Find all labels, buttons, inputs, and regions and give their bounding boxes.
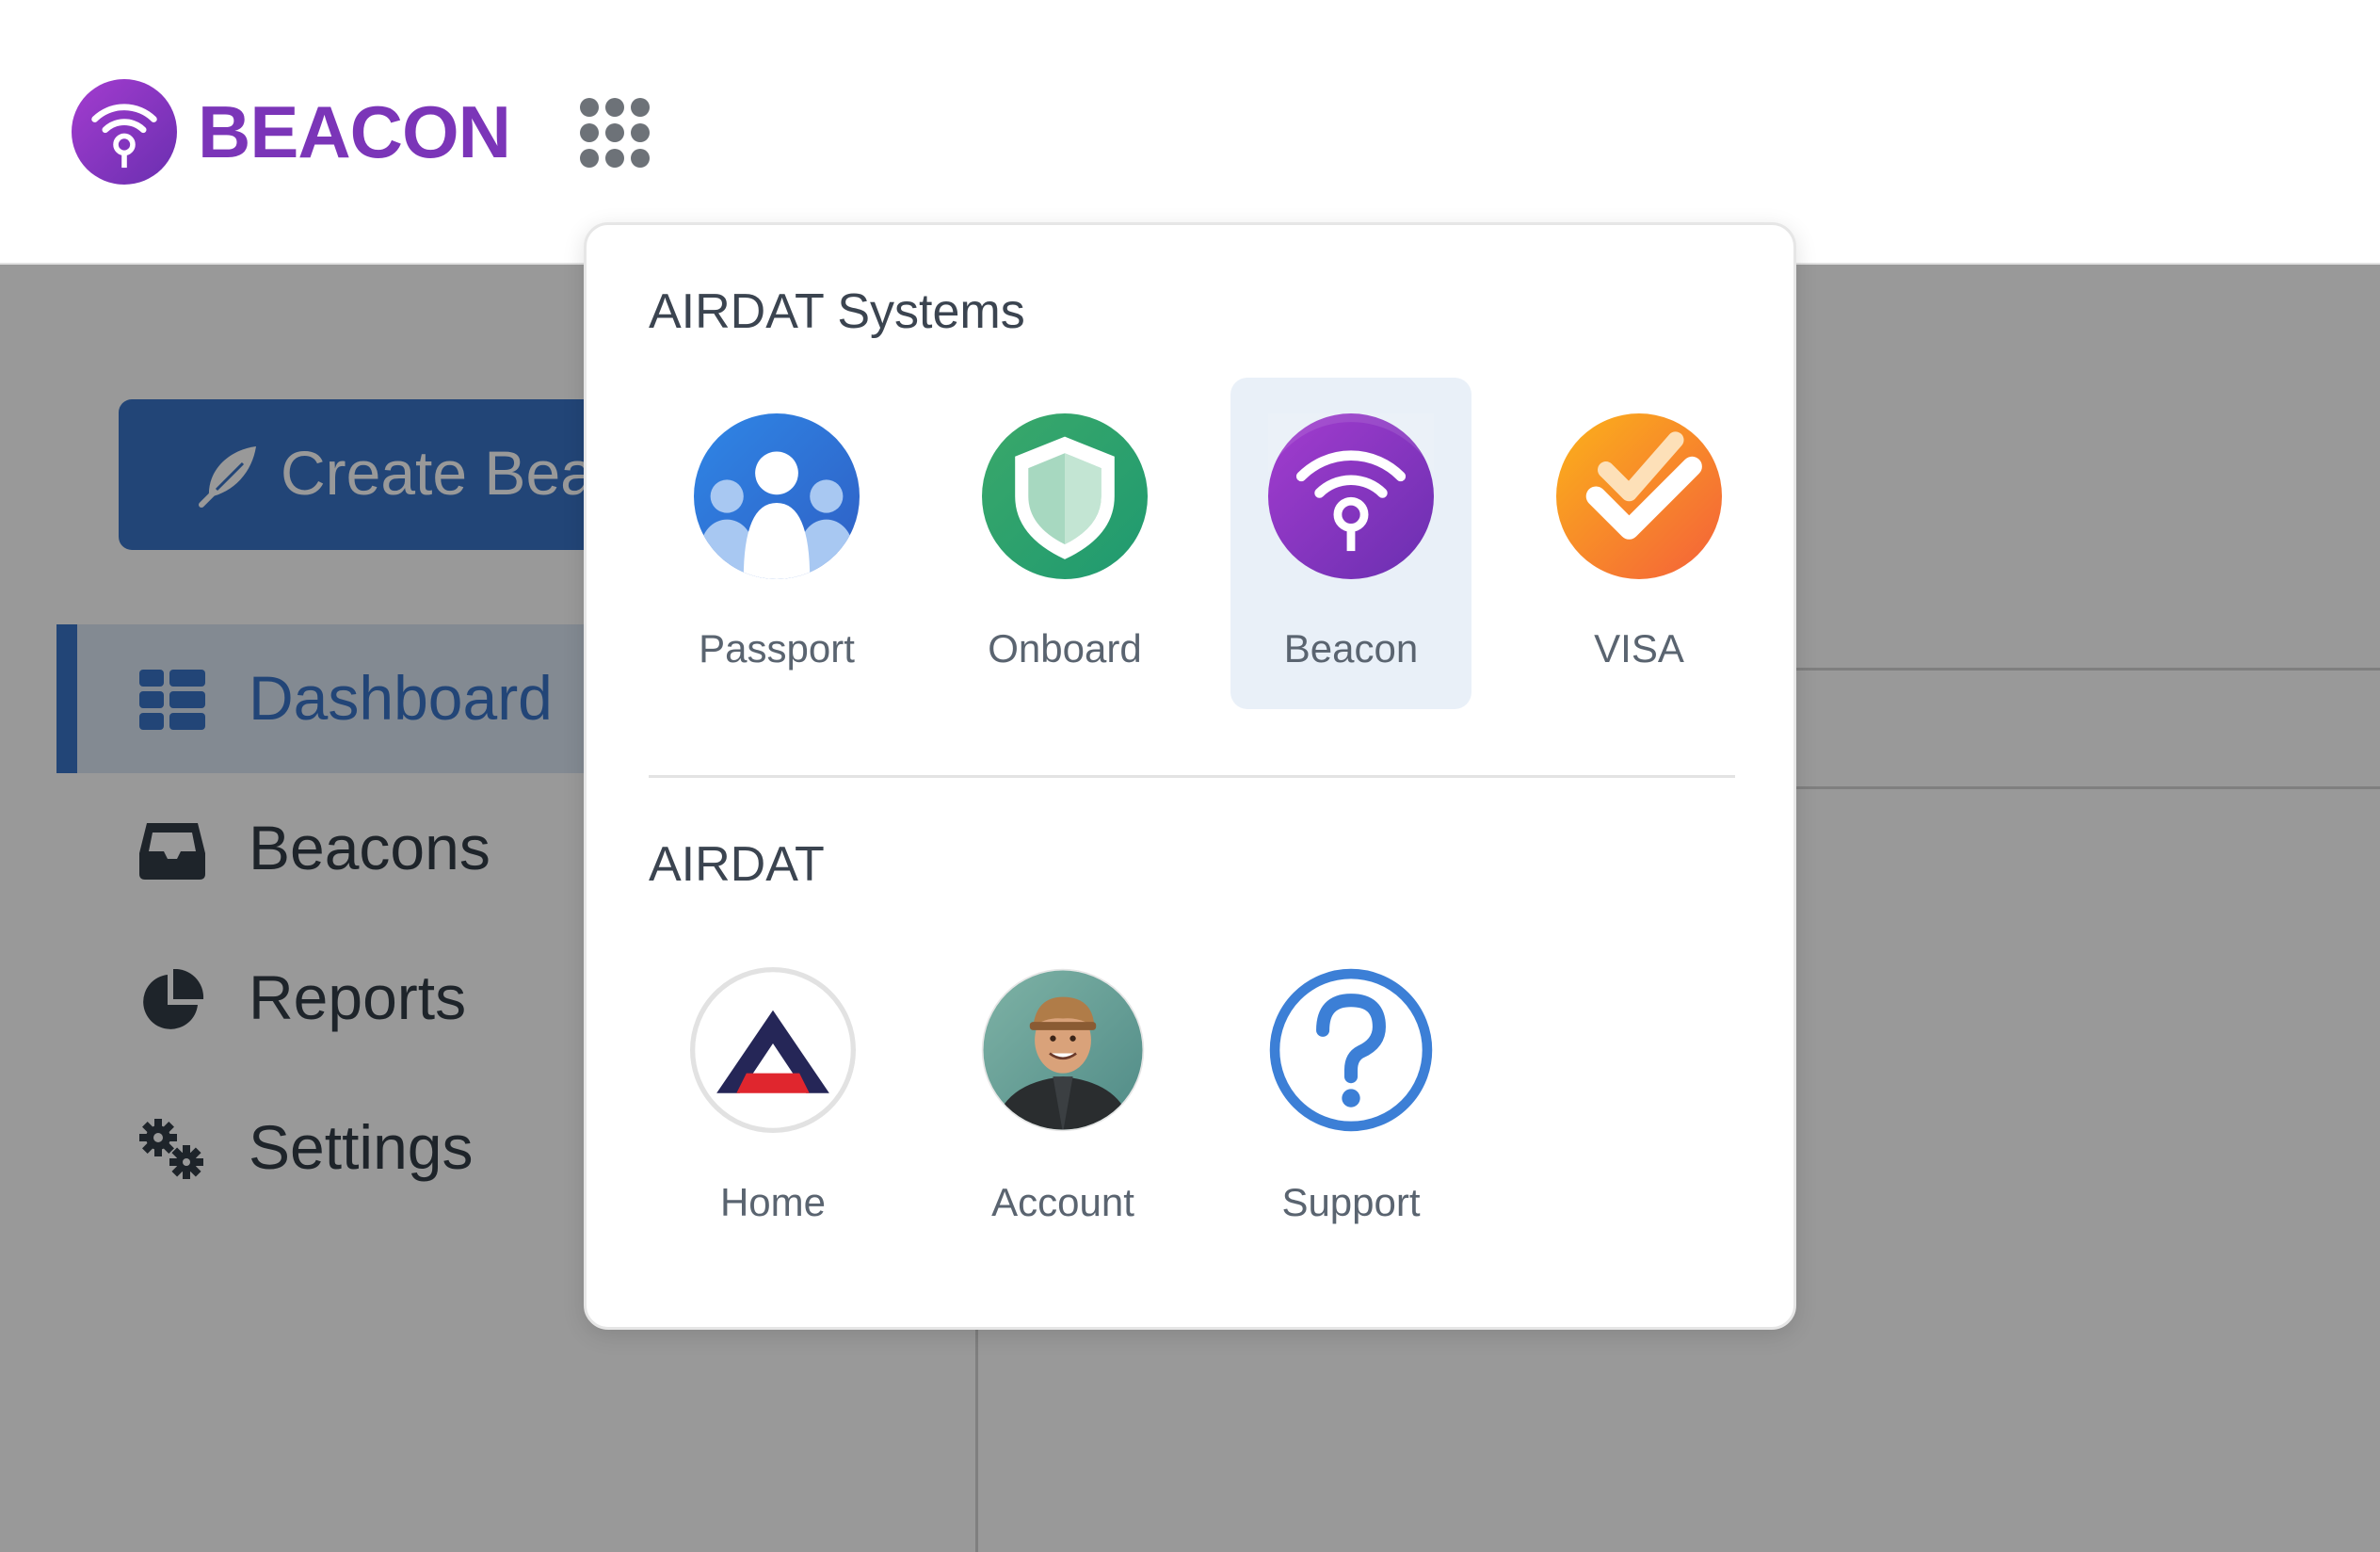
beacon-icon	[1268, 413, 1434, 579]
app-tile-visa[interactable]: VISA	[1519, 378, 1760, 709]
visa-check-icon	[1556, 413, 1722, 579]
apps-grid-icon[interactable]	[578, 96, 651, 170]
app-tile-home[interactable]: Home	[652, 931, 893, 1263]
app-tile-onboard[interactable]: Onboard	[944, 378, 1185, 709]
section-title-systems: AIRDAT Systems	[649, 284, 1025, 339]
app-launcher-popover: AIRDAT Systems Passport Onboard Beacon V…	[584, 222, 1796, 1330]
support-question-icon	[1269, 968, 1433, 1132]
section-title-airdat: AIRDAT	[649, 837, 825, 892]
app-tile-label: Account	[991, 1180, 1134, 1224]
app-tile-beacon[interactable]: Beacon	[1230, 378, 1471, 709]
brand-name: BEACON	[198, 90, 511, 173]
app-tile-support[interactable]: Support	[1230, 931, 1471, 1263]
app-tile-label: Support	[1281, 1180, 1421, 1224]
app-tile-label: Beacon	[1283, 626, 1419, 671]
app-tile-passport[interactable]: Passport	[656, 378, 897, 709]
passport-icon	[694, 413, 860, 579]
app-tile-label: Home	[719, 1180, 827, 1224]
app-tile-label: VISA	[1594, 626, 1684, 671]
app-tile-label: Onboard	[988, 626, 1142, 671]
app-tile-label: Passport	[699, 626, 855, 671]
beacon-logo-icon[interactable]	[72, 79, 177, 185]
launcher-divider	[649, 775, 1735, 778]
airdat-home-icon	[690, 967, 856, 1133]
account-avatar	[981, 968, 1145, 1132]
app-tile-account[interactable]: Account	[942, 931, 1183, 1263]
onboard-shield-icon	[982, 413, 1148, 579]
